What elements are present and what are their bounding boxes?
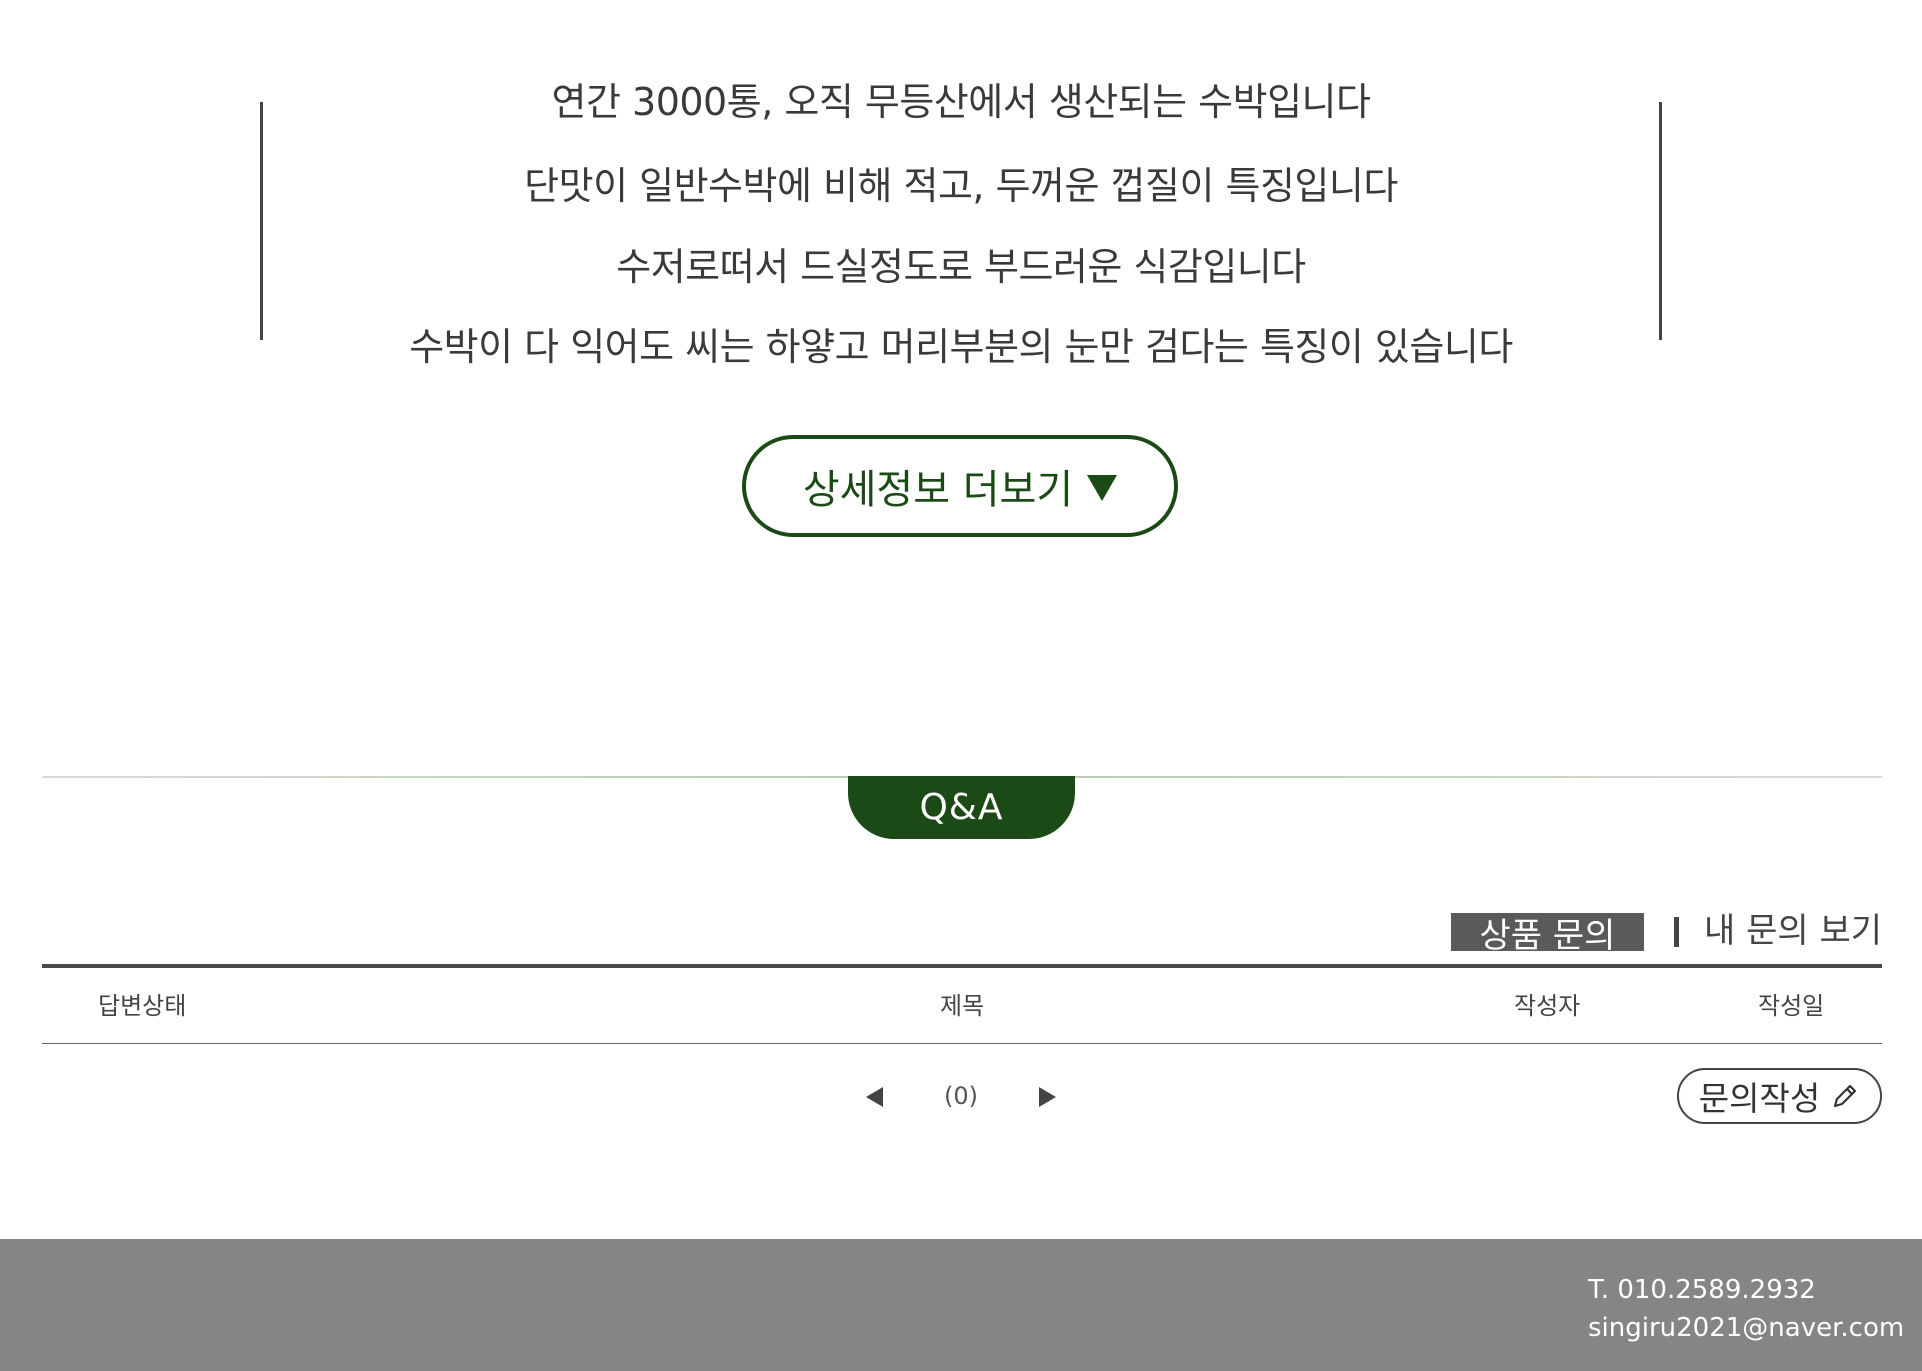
table-header-border: [42, 1043, 1882, 1044]
triangle-left-icon[interactable]: [866, 1087, 883, 1107]
more-details-button[interactable]: 상세정보 더보기: [742, 435, 1178, 537]
column-header-author: 작성자: [1514, 992, 1581, 1020]
description-line: 수저로떠서 드실정도로 부드러운 식감입니다: [616, 245, 1306, 289]
tab-separator: [1674, 917, 1679, 947]
pager-count: (0): [944, 1082, 978, 1110]
footer-email[interactable]: singiru2021@naver.com: [1588, 1311, 1904, 1345]
triangle-down-icon: [1087, 475, 1118, 501]
description-left-bar: [260, 102, 263, 340]
page: 연간 3000통, 오직 무등산에서 생산되는 수박입니다 단맛이 일반수박에 …: [0, 0, 1922, 1371]
footer-phone: T. 010.2589.2932: [1588, 1275, 1816, 1305]
write-inquiry-button[interactable]: 문의작성: [1677, 1068, 1882, 1124]
pencil-icon: [1830, 1081, 1860, 1111]
write-inquiry-label: 문의작성: [1698, 1079, 1821, 1118]
description-line: 단맛이 일반수박에 비해 적고, 두꺼운 껍질이 특징입니다: [524, 164, 1398, 208]
tab-my-inquiries[interactable]: 내 문의 보기: [1704, 908, 1882, 954]
description-line: 연간 3000통, 오직 무등산에서 생산되는 수박입니다: [551, 80, 1371, 124]
table-top-border: [42, 964, 1882, 968]
column-header-title: 제목: [940, 992, 985, 1020]
qa-title: Q&A: [848, 776, 1075, 839]
description-right-bar: [1659, 102, 1662, 340]
description-line: 수박이 다 익어도 씨는 하얗고 머리부분의 눈만 검다는 특징이 있습니다: [409, 325, 1513, 369]
more-details-label: 상세정보 더보기: [802, 467, 1074, 513]
column-header-status: 답변상태: [98, 992, 187, 1020]
tab-product-inquiry[interactable]: 상품 문의: [1451, 913, 1644, 956]
column-header-date: 작성일: [1758, 992, 1825, 1020]
triangle-right-icon[interactable]: [1039, 1087, 1056, 1107]
